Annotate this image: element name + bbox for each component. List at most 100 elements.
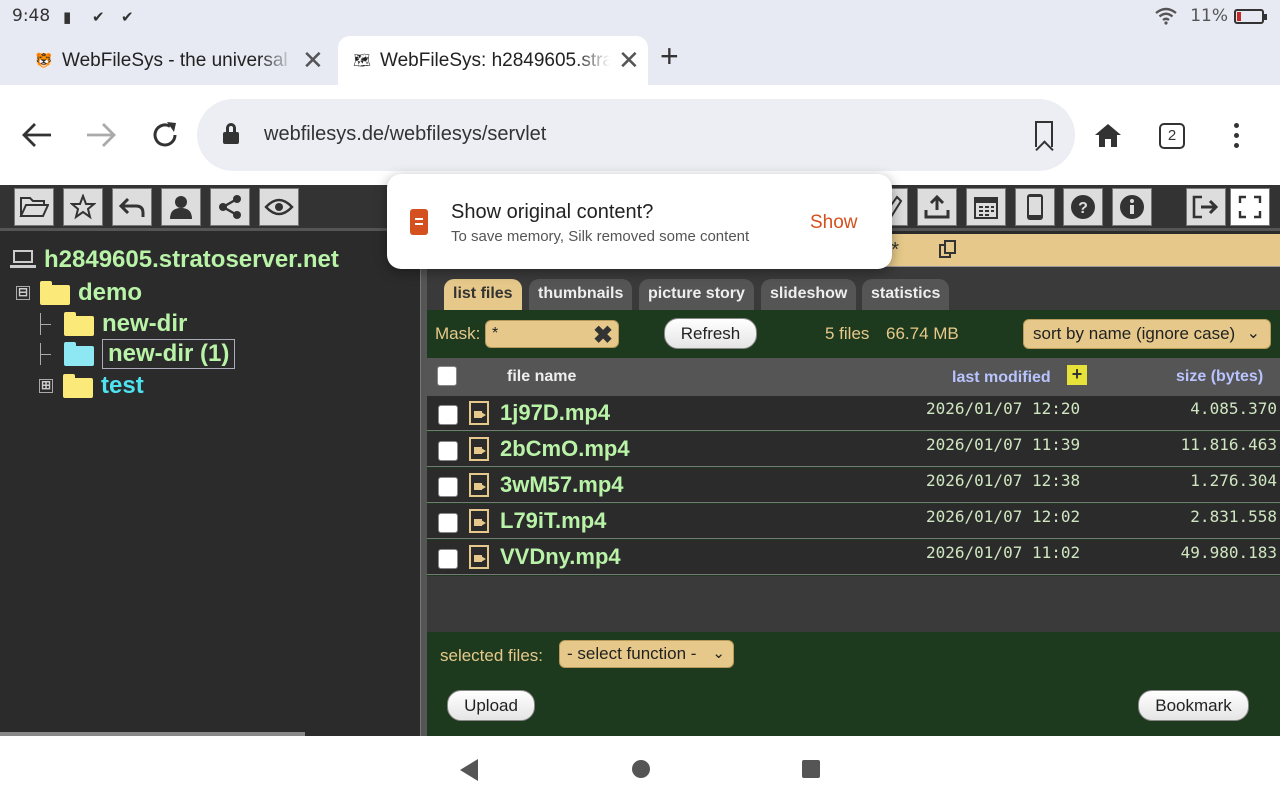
- col-file-name[interactable]: file name: [507, 368, 576, 386]
- nav-home-icon[interactable]: [631, 759, 651, 779]
- calendar-button[interactable]: [966, 188, 1006, 226]
- fullscreen-button[interactable]: [1230, 188, 1270, 226]
- show-button[interactable]: Show: [810, 212, 858, 234]
- tree-root[interactable]: h2849605.stratoserver.net: [10, 246, 339, 274]
- nav-recents-icon[interactable]: [801, 759, 821, 779]
- row-checkbox[interactable]: [438, 513, 458, 533]
- folder-icon: [64, 342, 94, 366]
- file-name-link[interactable]: 3wM57.mp4: [500, 472, 624, 498]
- add-column-icon[interactable]: +: [1067, 365, 1087, 385]
- tree-item-demo[interactable]: ⊟ demo: [16, 279, 142, 307]
- function-select-value: - select function -: [567, 644, 697, 663]
- fullscreen-icon: [1238, 195, 1262, 219]
- function-select[interactable]: - select function - ⌄: [559, 640, 734, 668]
- tree-line: [40, 313, 54, 335]
- arrow-left-icon: [22, 123, 51, 147]
- star-icon: [70, 194, 96, 220]
- close-icon[interactable]: ✕: [302, 45, 324, 76]
- tree-item-new-dir-1[interactable]: new-dir (1): [40, 339, 236, 369]
- calendar-icon: [974, 197, 998, 219]
- host-name: h2849605.stratoserver.net: [44, 246, 339, 273]
- bookmark-icon[interactable]: [1035, 121, 1053, 147]
- folder-tree: h2849605.stratoserver.net ⊟ demo new-dir…: [0, 234, 420, 736]
- logout-icon: [1192, 195, 1219, 219]
- collapse-icon[interactable]: ⊟: [16, 286, 30, 300]
- nav-back-icon[interactable]: [458, 758, 480, 782]
- computer-icon: [10, 250, 36, 270]
- popup-title: Show original content?: [451, 201, 654, 223]
- tab-switcher-button[interactable]: 2: [1159, 123, 1185, 149]
- pane-splitter[interactable]: [420, 234, 427, 736]
- copy-path-icon[interactable]: [939, 240, 959, 260]
- open-folder-button[interactable]: [14, 188, 54, 226]
- file-date: 2026/01/07 11:39: [926, 435, 1081, 454]
- upload-button[interactable]: Upload: [447, 690, 535, 721]
- file-name-link[interactable]: 1j97D.mp4: [500, 400, 610, 426]
- user-button[interactable]: [161, 188, 201, 226]
- share-button[interactable]: [210, 188, 250, 226]
- select-all-checkbox[interactable]: [437, 366, 457, 386]
- video-file-icon: [469, 437, 489, 461]
- tree-item-label: test: [101, 372, 144, 399]
- back-button[interactable]: [15, 113, 59, 157]
- video-file-icon: [469, 401, 489, 425]
- tree-item-test[interactable]: ⊞ test: [39, 372, 144, 400]
- browser-tab-1[interactable]: 🐯 WebFileSys - the universal web file ma…: [20, 36, 336, 85]
- browser-tab-2[interactable]: 🗺 WebFileSys: h2849605.stratoserver.net …: [338, 36, 648, 85]
- address-bar[interactable]: webfilesys.de/webfilesys/servlet: [197, 99, 1075, 171]
- col-last-modified[interactable]: last modified: [952, 369, 1051, 387]
- refresh-button[interactable]: Refresh: [664, 318, 757, 349]
- row-checkbox[interactable]: [438, 549, 458, 569]
- url-toolbar: webfilesys.de/webfilesys/servlet 2: [0, 85, 1280, 185]
- upload-toolbar-button[interactable]: [917, 188, 957, 226]
- table-header: file name last modified + size (bytes): [427, 358, 1280, 396]
- download-done-icon: ✔: [92, 8, 105, 26]
- tab-picture-story[interactable]: picture story: [639, 279, 754, 310]
- file-size: 49.980.183: [1180, 543, 1277, 562]
- close-icon[interactable]: ✕: [618, 45, 640, 76]
- tab-slideshow[interactable]: slideshow: [761, 279, 857, 310]
- file-name-link[interactable]: 2bCmO.mp4: [500, 436, 630, 462]
- logout-button[interactable]: [1186, 188, 1226, 226]
- mask-label: Mask:: [435, 324, 481, 343]
- expand-icon[interactable]: ⊞: [39, 379, 53, 393]
- arrow-right-icon: [87, 123, 116, 147]
- row-checkbox[interactable]: [438, 477, 458, 497]
- total-size: 66.74 MB: [886, 324, 959, 343]
- help-button[interactable]: ?: [1063, 188, 1103, 226]
- file-size: 4.085.370: [1190, 399, 1277, 418]
- file-name-link[interactable]: VVDny.mp4: [500, 544, 621, 570]
- forward-button[interactable]: [79, 113, 123, 157]
- tab-thumbnails[interactable]: thumbnails: [529, 279, 633, 310]
- bookmark-button[interactable]: Bookmark: [1138, 690, 1249, 721]
- col-size[interactable]: size (bytes): [1176, 368, 1263, 386]
- undo-icon: [118, 197, 145, 217]
- view-button[interactable]: [259, 188, 299, 226]
- wifi-icon: [1155, 7, 1177, 25]
- row-checkbox[interactable]: [438, 405, 458, 425]
- tree-item-new-dir[interactable]: new-dir: [40, 310, 187, 338]
- view-tabs: list files thumbnails picture story slid…: [427, 267, 1280, 310]
- actions-row: selected files: - select function - ⌄ Up…: [427, 632, 1280, 736]
- filter-row: Mask: * ✖ Refresh 5 files 66.74 MB sort …: [427, 310, 1280, 358]
- reload-button[interactable]: [143, 113, 187, 157]
- mobile-view-button[interactable]: [1015, 188, 1055, 226]
- info-button[interactable]: [1112, 188, 1152, 226]
- tab-statistics[interactable]: statistics: [862, 279, 950, 310]
- row-checkbox[interactable]: [438, 441, 458, 461]
- clear-icon[interactable]: ✖: [593, 321, 613, 350]
- video-file-icon: [469, 473, 489, 497]
- reload-icon: [153, 122, 177, 147]
- svg-text:?: ?: [1078, 200, 1088, 217]
- webfilesys-icon: 🗺: [353, 52, 371, 68]
- new-tab-button[interactable]: +: [660, 38, 679, 75]
- tab-list-files[interactable]: list files: [444, 279, 522, 310]
- back-folder-button[interactable]: [112, 188, 152, 226]
- file-name-link[interactable]: L79iT.mp4: [500, 508, 606, 534]
- sort-select[interactable]: sort by name (ignore case) ⌄: [1023, 319, 1271, 349]
- favorites-button[interactable]: [63, 188, 103, 226]
- home-button[interactable]: [1086, 113, 1130, 157]
- more-vert-icon[interactable]: [1230, 123, 1242, 151]
- chevron-down-icon: ⌄: [1246, 325, 1260, 342]
- file-date: 2026/01/07 12:20: [926, 399, 1081, 418]
